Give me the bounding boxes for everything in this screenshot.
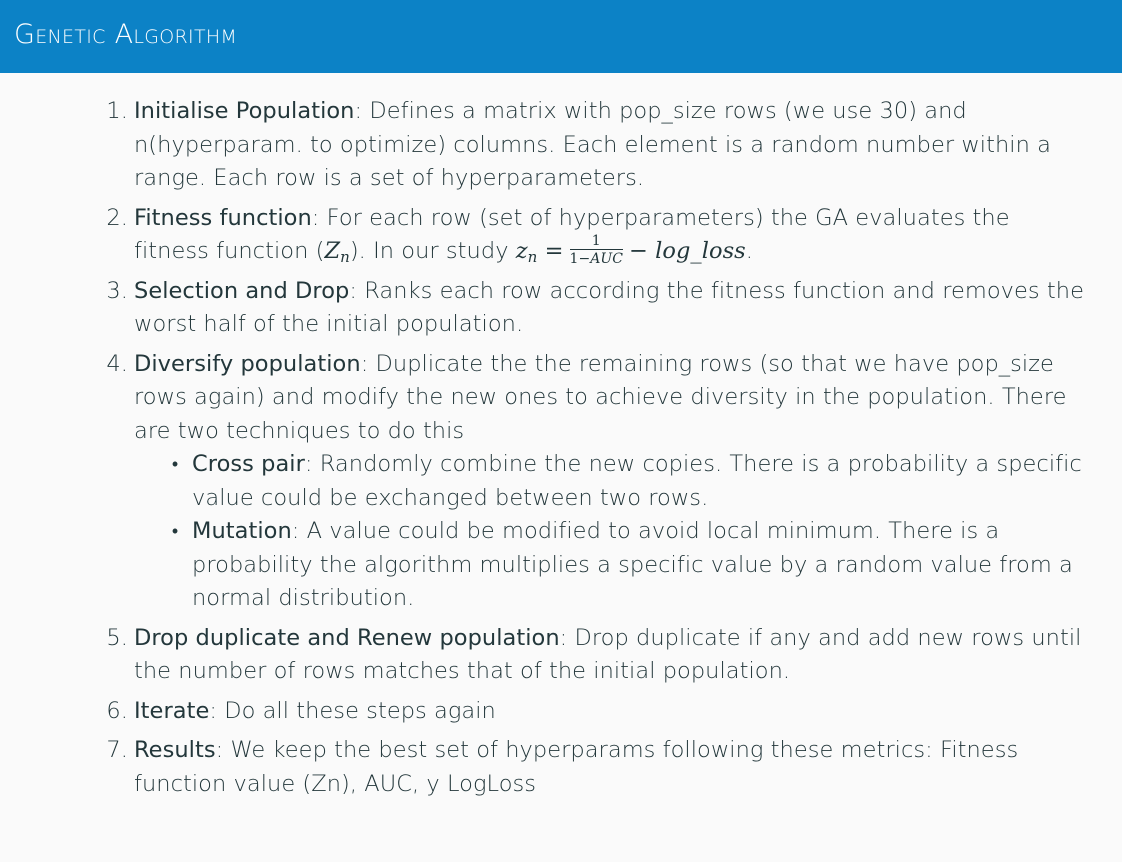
- step-number: 2.: [106, 204, 128, 231]
- steps-list: 1. Initialise Population: Defines a matri…: [0, 95, 1122, 807]
- step-term: Fitness function: [134, 204, 312, 231]
- step-selection-and-drop: 3. Selection and Drop: Ranks each row acc…: [106, 275, 1084, 342]
- step-iterate: 6. Iterate: Do all these steps again: [106, 695, 1084, 729]
- math-fraction: 1 1−AUC: [569, 234, 624, 266]
- math-lhs-subscript: n: [527, 248, 538, 266]
- technique-term: Cross pair: [192, 451, 305, 477]
- math-equals: =: [544, 238, 564, 264]
- step-results: 7. Results: We keep the best set of hyper…: [106, 734, 1084, 801]
- step-term: Selection and Drop: [134, 277, 350, 304]
- math-lhs-variable: z: [515, 238, 528, 264]
- step-drop-duplicate-renew: 5. Drop duplicate and Renew population: D…: [106, 622, 1084, 689]
- step-term: Results: [134, 737, 216, 763]
- technique-mutation: • Mutation: A value could be modified to …: [172, 515, 1082, 616]
- step-description: : Do all these steps again: [209, 697, 496, 724]
- bullet-icon: •: [171, 521, 179, 542]
- step-description: : We keep the best set of hyperparams fo…: [134, 737, 1019, 797]
- step-diversify-population: 4. Diversify population: Duplicate the th…: [106, 348, 1084, 616]
- technique-description: : Randomly combine the new copies. There…: [192, 451, 1082, 511]
- step-term: Initialise Population: [134, 98, 355, 124]
- technique-cross-pair: • Cross pair: Randomly combine the new co…: [172, 448, 1082, 515]
- step-number: 5.: [106, 624, 128, 651]
- fraction-numerator: 1: [569, 234, 624, 250]
- slide-title: Genetic Algorithm: [14, 19, 238, 50]
- math-minus: −: [629, 238, 648, 264]
- bullet-icon: •: [171, 454, 179, 475]
- step-number: 6.: [106, 697, 128, 724]
- step-initialise-population: 1. Initialise Population: Defines a matri…: [106, 95, 1084, 196]
- fraction-denominator-prefix: 1−: [569, 250, 591, 267]
- technique-description: : A value could be modified to avoid loc…: [192, 518, 1073, 611]
- step-number: 7.: [106, 737, 128, 763]
- step-number: 3.: [106, 277, 128, 304]
- slide-header: Genetic Algorithm: [0, 0, 1122, 73]
- technique-list: • Cross pair: Randomly combine the new co…: [134, 448, 1084, 616]
- step-fitness-function: 2. Fitness function: For each row (set of…: [106, 202, 1084, 269]
- step-number: 1.: [106, 98, 128, 124]
- step-term: Drop duplicate and Renew population: [134, 624, 560, 651]
- fraction-denominator: 1−AUC: [570, 250, 624, 266]
- step-description-end: .: [745, 238, 753, 264]
- step-term: Iterate: [134, 697, 210, 724]
- step-term: Diversify population: [134, 350, 361, 377]
- step-description-mid: ). In our study: [349, 238, 516, 264]
- fraction-denominator-variable: AUC: [590, 250, 624, 267]
- math-z-subscript: n: [340, 248, 350, 266]
- step-number: 4.: [106, 350, 128, 377]
- technique-term: Mutation: [192, 518, 292, 544]
- math-log-loss: log_loss: [655, 238, 746, 264]
- math-z-variable: Z: [324, 238, 341, 264]
